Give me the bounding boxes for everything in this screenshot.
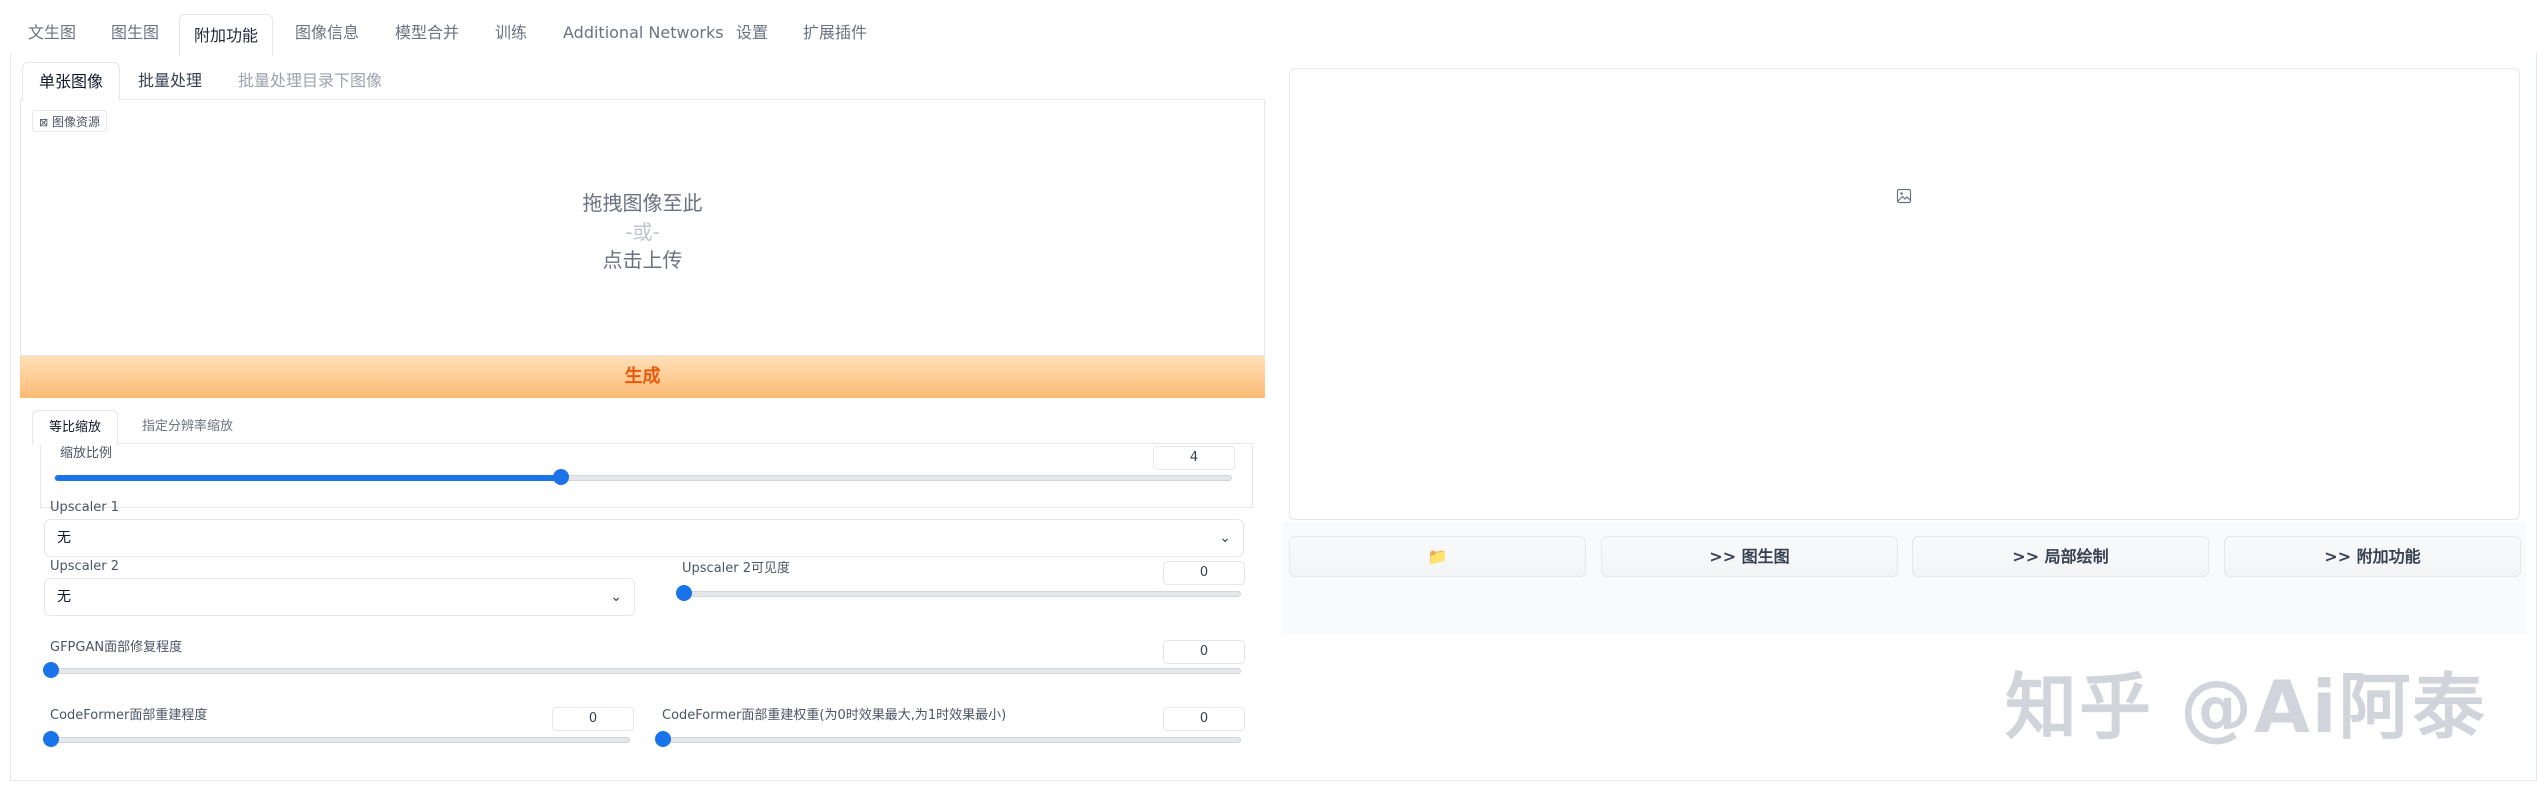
- tab-txt2img[interactable]: 文生图: [28, 12, 76, 54]
- image-source-text: 图像资源: [52, 115, 101, 129]
- tab-additional-networks[interactable]: Additional Networks: [563, 12, 724, 54]
- chevron-down-icon: ⌄: [610, 589, 622, 605]
- tab-extensions[interactable]: 扩展插件: [803, 12, 867, 54]
- codeformer-weight-input[interactable]: 0: [1163, 707, 1245, 731]
- codeformer-visibility-slider[interactable]: [43, 731, 630, 747]
- gfpgan-slider[interactable]: [43, 662, 1241, 678]
- upscaler1-select[interactable]: 无 ⌄: [44, 519, 1244, 557]
- slider-thumb[interactable]: [655, 731, 671, 747]
- scale-number-input[interactable]: 4: [1153, 446, 1235, 470]
- upscaler2-visibility-label: Upscaler 2可见度: [682, 561, 791, 576]
- folder-icon: 📁: [1427, 547, 1448, 566]
- upscaler2-value: 无: [57, 589, 71, 605]
- codeformer-visibility-label: CodeFormer面部重建程度: [50, 708, 208, 723]
- tab-single-image[interactable]: 单张图像: [22, 62, 121, 101]
- codeformer-weight-slider[interactable]: [655, 731, 1241, 747]
- top-tab-bar: 文生图 图生图 附加功能 图像信息 模型合并 训练 Additional Net…: [0, 12, 2537, 56]
- tab-batch-from-directory[interactable]: 批量处理目录下图像: [238, 62, 382, 100]
- scale-slider[interactable]: [54, 469, 1232, 485]
- gfpgan-label: GFPGAN面部修复程度: [50, 640, 183, 655]
- tab-extras[interactable]: 附加功能: [179, 14, 274, 56]
- image-icon: ⊠: [39, 116, 49, 129]
- watermark: 知乎 @Ai阿泰: [2005, 665, 2487, 749]
- image-source-label: ⊠ 图像资源: [32, 110, 108, 132]
- upscaler2-visibility-slider[interactable]: [676, 585, 1241, 601]
- tab-scale-by[interactable]: 等比缩放: [32, 410, 119, 445]
- slider-thumb[interactable]: [43, 662, 59, 678]
- tab-settings[interactable]: 设置: [736, 12, 768, 54]
- upscaler2-visibility-input[interactable]: 0: [1163, 561, 1245, 585]
- generate-button[interactable]: 生成: [20, 356, 1265, 398]
- click-upload-hint[interactable]: 点击上传: [20, 244, 1265, 273]
- tab-img2img[interactable]: 图生图: [111, 12, 159, 54]
- drop-or: -或-: [625, 220, 660, 244]
- slider-thumb[interactable]: [676, 585, 692, 601]
- chevron-down-icon: ⌄: [1219, 530, 1231, 546]
- tab-png-info[interactable]: 图像信息: [295, 12, 359, 54]
- send-to-extras-button[interactable]: >> 附加功能: [2224, 536, 2521, 577]
- codeformer-weight-label: CodeFormer面部重建权重(为0时效果最大,为1时效果最小): [662, 708, 1007, 723]
- upscaler2-select[interactable]: 无 ⌄: [44, 578, 635, 616]
- tab-checkpoint-merger[interactable]: 模型合并: [395, 12, 459, 54]
- tab-batch-process[interactable]: 批量处理: [138, 62, 202, 100]
- upscaler2-label: Upscaler 2: [50, 559, 120, 574]
- upscaler1-value: 无: [57, 530, 71, 546]
- tab-scale-to[interactable]: 指定分辨率缩放: [142, 410, 233, 444]
- tab-train[interactable]: 训练: [495, 12, 527, 54]
- drop-hint: 拖拽图像至此: [582, 191, 703, 215]
- slider-thumb[interactable]: [552, 469, 569, 485]
- output-image-area: [1289, 68, 2520, 520]
- send-to-inpaint-button[interactable]: >> 局部绘制: [1912, 536, 2209, 577]
- slider-fill: [55, 475, 561, 481]
- image-placeholder-icon: [1896, 188, 1912, 204]
- open-folder-button[interactable]: 📁: [1289, 536, 1586, 577]
- slider-thumb[interactable]: [43, 731, 59, 747]
- codeformer-visibility-input[interactable]: 0: [552, 707, 634, 731]
- upscaler1-label: Upscaler 1: [50, 500, 120, 515]
- gfpgan-input[interactable]: 0: [1163, 640, 1245, 664]
- send-to-img2img-button[interactable]: >> 图生图: [1601, 536, 1898, 577]
